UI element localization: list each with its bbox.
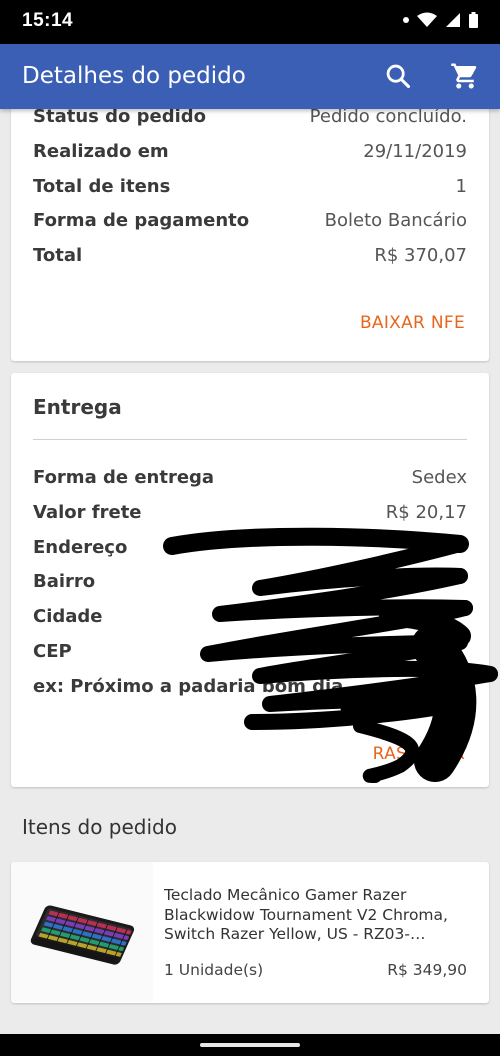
order-row-total: Total R$ 370,07 — [33, 243, 467, 267]
item-name: Teclado Mecânico Gamer Razer Blackwidow … — [164, 886, 448, 943]
delivery-row-shipping-cost: Valor frete R$ 20,17 — [33, 500, 467, 524]
order-summary-card: Status do pedido Pedido concluído. Reali… — [11, 109, 489, 361]
wifi-icon — [417, 12, 437, 27]
row-label: Realizado em — [33, 140, 169, 162]
row-label: Total — [33, 244, 83, 266]
order-row-payment: Forma de pagamento Boleto Bancário — [33, 208, 467, 232]
delivery-title: Entrega — [33, 395, 122, 419]
content-scroll[interactable]: Status do pedido Pedido concluído. Reali… — [0, 109, 500, 1034]
row-label: Forma de pagamento — [33, 209, 250, 231]
row-value: Sedex — [411, 466, 467, 488]
row-label: Bairro — [33, 570, 96, 592]
delivery-row-neighborhood: Bairro — [33, 569, 467, 593]
row-value: Pedido concluído. — [309, 109, 467, 127]
product-image — [11, 862, 153, 1002]
signal-icon — [446, 13, 460, 27]
order-row-status: Status do pedido Pedido concluído. — [33, 109, 467, 128]
row-label: Forma de entrega — [33, 466, 215, 488]
row-value: 1 — [455, 175, 467, 197]
items-heading: Itens do pedido — [22, 815, 177, 839]
status-icons — [403, 12, 478, 28]
row-label: Total de itens — [33, 175, 171, 197]
delivery-card: Entrega Forma de entrega Sedex Valor fre… — [11, 373, 489, 787]
item-quantity: 1 Unidade(s) — [164, 961, 264, 979]
app-bar: Detalhes do pedido — [0, 44, 500, 109]
row-label: ex: Próximo a padaria bom dia — [33, 675, 344, 697]
navigation-bar — [0, 1034, 500, 1056]
delivery-row-city: Cidade — [33, 604, 467, 628]
row-value: Boleto Bancário — [324, 209, 467, 231]
status-bar: 15:14 — [0, 0, 500, 44]
row-label: Endereço — [33, 536, 128, 558]
delivery-divider — [33, 439, 467, 440]
home-gesture-handle[interactable] — [200, 1043, 300, 1047]
track-button[interactable]: RASTREAR — [373, 744, 465, 764]
delivery-row-zipcode: CEP — [33, 639, 467, 663]
row-label: CEP — [33, 640, 72, 662]
battery-icon — [469, 12, 478, 28]
status-time: 15:14 — [22, 10, 74, 31]
order-item-card[interactable]: Teclado Mecânico Gamer Razer Blackwidow … — [11, 862, 489, 1003]
row-label: Cidade — [33, 605, 103, 627]
row-label: Valor frete — [33, 501, 142, 523]
order-row-date: Realizado em 29/11/2019 — [33, 139, 467, 163]
search-button[interactable] — [380, 58, 416, 94]
order-row-item-count: Total de itens 1 — [33, 174, 467, 198]
cart-icon — [451, 63, 477, 89]
page-title: Detalhes do pedido — [22, 63, 246, 89]
row-value: R$ 20,17 — [385, 501, 467, 523]
row-label: Status do pedido — [33, 109, 207, 127]
search-icon — [386, 64, 411, 89]
row-value: R$ 370,07 — [374, 244, 467, 266]
delivery-row-method: Forma de entrega Sedex — [33, 465, 467, 489]
cart-button[interactable] — [447, 58, 483, 94]
item-price: R$ 349,90 — [387, 961, 467, 979]
notification-dot-icon — [403, 17, 409, 23]
download-nfe-button[interactable]: BAIXAR NFE — [360, 313, 465, 333]
delivery-row-reference: ex: Próximo a padaria bom dia — [33, 674, 467, 698]
delivery-row-address: Endereço — [33, 535, 467, 559]
row-value: 29/11/2019 — [363, 140, 467, 162]
keyboard-product-image — [30, 905, 135, 965]
